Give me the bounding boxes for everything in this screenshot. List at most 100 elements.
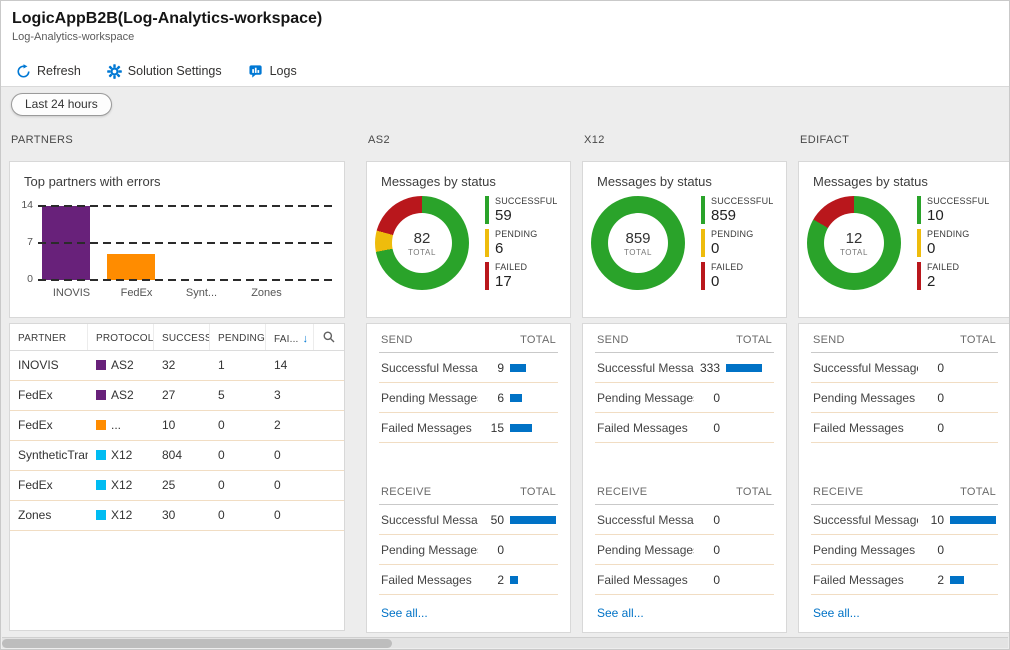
legend-item-successful[interactable]: SUCCESSFUL 59 xyxy=(485,196,558,224)
message-row-value: 0 xyxy=(937,542,944,557)
column-header-pending[interactable]: PENDING xyxy=(210,324,266,350)
bar-fedex[interactable] xyxy=(107,254,155,280)
protocol-label: X12 xyxy=(111,508,133,522)
total-column-header: TOTAL xyxy=(736,486,772,498)
value-bar xyxy=(510,575,518,584)
message-row-value: 0 xyxy=(713,512,720,527)
see-all-link[interactable]: See all... xyxy=(813,606,860,620)
donut-total-value: 859 xyxy=(625,229,651,247)
success-cell: 32 xyxy=(162,358,176,372)
value-bar xyxy=(510,393,522,402)
legend-value: 6 xyxy=(495,240,504,257)
column-header-success[interactable]: SUCCESS xyxy=(154,324,210,350)
table-row[interactable]: Zones X12 30 0 0 xyxy=(10,501,344,531)
send-row[interactable]: Pending Messages 0 xyxy=(595,383,774,413)
message-row-label: Successful Messages xyxy=(381,360,478,375)
send-section-title: SEND xyxy=(813,334,845,346)
message-row-value: 0 xyxy=(937,360,944,375)
receive-row[interactable]: Successful Messages 50 xyxy=(379,505,558,535)
donut-chart[interactable]: 859 TOTAL xyxy=(591,196,685,290)
receive-row[interactable]: Successful Messages 10 xyxy=(811,505,998,535)
dashboard-root: LogicAppB2B(Log-Analytics-workspace) Log… xyxy=(0,0,1010,650)
total-column-header: TOTAL xyxy=(960,334,996,346)
search-cell[interactable] xyxy=(314,324,344,350)
receive-row[interactable]: Pending Messages 0 xyxy=(379,535,558,565)
column-header-protocol[interactable]: PROTOCOL xyxy=(88,324,154,350)
send-row[interactable]: Pending Messages 0 xyxy=(811,383,998,413)
donut-total-label: TOTAL xyxy=(623,247,653,257)
solution-settings-button[interactable]: Solution Settings xyxy=(103,62,226,81)
send-row[interactable]: Pending Messages 6 xyxy=(379,383,558,413)
send-row[interactable]: Failed Messages 15 xyxy=(379,413,558,443)
horizontal-scrollbar-thumb[interactable] xyxy=(2,639,392,648)
table-row[interactable]: FedEx X12 25 0 0 xyxy=(10,471,344,501)
protocol-cell: AS2 xyxy=(88,381,154,410)
legend-item-pending[interactable]: PENDING 0 xyxy=(701,229,774,257)
donut-total-label: TOTAL xyxy=(407,247,437,257)
legend-item-successful[interactable]: SUCCESSFUL 10 xyxy=(917,196,990,224)
success-cell: 804 xyxy=(162,448,183,462)
donut-chart[interactable]: 12 TOTAL xyxy=(807,196,901,290)
protocol-swatch xyxy=(96,510,106,520)
table-row[interactable]: SyntheticTrans X12 804 0 0 xyxy=(10,441,344,471)
legend-label: FAILED xyxy=(927,262,960,272)
horizontal-scrollbar-track[interactable] xyxy=(2,637,1008,648)
legend-value: 10 xyxy=(927,207,944,224)
protocol-swatch xyxy=(96,420,106,430)
receive-section-title: RECEIVE xyxy=(813,486,864,498)
message-bar-slot xyxy=(504,515,558,524)
send-row[interactable]: Successful Messages 0 xyxy=(811,353,998,383)
table-row[interactable]: FedEx... 10 0 2 xyxy=(10,411,344,441)
receive-row[interactable]: Pending Messages 0 xyxy=(811,535,998,565)
legend-text: SUCCESSFUL 859 xyxy=(711,196,774,224)
message-row-value: 9 xyxy=(497,360,504,375)
legend-item-failed[interactable]: FAILED 0 xyxy=(701,262,774,290)
legend-item-successful[interactable]: SUCCESSFUL 859 xyxy=(701,196,774,224)
send-row[interactable]: Failed Messages 0 xyxy=(595,413,774,443)
success-cell: 10 xyxy=(162,418,176,432)
donut-chart[interactable]: 82 TOTAL xyxy=(375,196,469,290)
receive-section-title: RECEIVE xyxy=(381,486,432,498)
table-row[interactable]: INOVIS AS2 32 1 14 xyxy=(10,351,344,381)
legend-label: PENDING xyxy=(711,229,754,239)
send-row[interactable]: Successful Messages 9 xyxy=(379,353,558,383)
legend-item-pending[interactable]: PENDING 0 xyxy=(917,229,990,257)
legend-item-failed[interactable]: FAILED 17 xyxy=(485,262,558,290)
message-row-value: 0 xyxy=(497,542,504,557)
message-row-value: 2 xyxy=(937,572,944,587)
search-icon[interactable] xyxy=(322,330,336,344)
receive-row[interactable]: Failed Messages 0 xyxy=(595,565,774,595)
plot-area xyxy=(38,205,338,281)
table-row[interactable]: FedEx AS2 27 5 3 xyxy=(10,381,344,411)
gridline xyxy=(38,242,336,244)
column-header-partner[interactable]: PARTNER xyxy=(10,324,88,350)
legend-value: 0 xyxy=(927,240,936,257)
legend-item-failed[interactable]: FAILED 2 xyxy=(917,262,990,290)
message-row-label: Failed Messages xyxy=(813,572,904,587)
receive-row[interactable]: Failed Messages 2 xyxy=(811,565,998,595)
donut-wrap: 859 TOTAL SUCCESSFUL 859 PENDING 0 FAILED 0 xyxy=(591,196,786,290)
receive-row[interactable]: Successful Messages 0 xyxy=(595,505,774,535)
legend-color-bar xyxy=(701,262,705,290)
message-row-label: Successful Messages xyxy=(597,360,694,375)
column-header-fai[interactable]: FAI... ↓ xyxy=(266,324,314,350)
protocol-label: X12 xyxy=(111,448,133,462)
receive-row[interactable]: Failed Messages 2 xyxy=(379,565,558,595)
time-range-filter[interactable]: Last 24 hours xyxy=(11,93,112,116)
legend-item-pending[interactable]: PENDING 6 xyxy=(485,229,558,257)
legend-label: FAILED xyxy=(495,262,528,272)
x-axis-labels: INOVIS FedEx Synt... Zones xyxy=(39,287,344,299)
see-all-link[interactable]: See all... xyxy=(381,606,428,620)
message-row-value: 10 xyxy=(930,512,944,527)
send-row[interactable]: Successful Messages 333 xyxy=(595,353,774,383)
legend-label: PENDING xyxy=(927,229,970,239)
refresh-button[interactable]: Refresh xyxy=(12,62,85,81)
donut-legend: SUCCESSFUL 859 PENDING 0 FAILED 0 xyxy=(701,196,774,290)
donut-hole: 82 TOTAL xyxy=(392,213,452,273)
message-bar-slot xyxy=(504,423,558,432)
see-all-link[interactable]: See all... xyxy=(597,606,644,620)
send-row[interactable]: Failed Messages 0 xyxy=(811,413,998,443)
partner-cell: FedEx xyxy=(18,478,53,492)
logs-button[interactable]: Logs xyxy=(244,62,301,81)
receive-row[interactable]: Pending Messages 0 xyxy=(595,535,774,565)
